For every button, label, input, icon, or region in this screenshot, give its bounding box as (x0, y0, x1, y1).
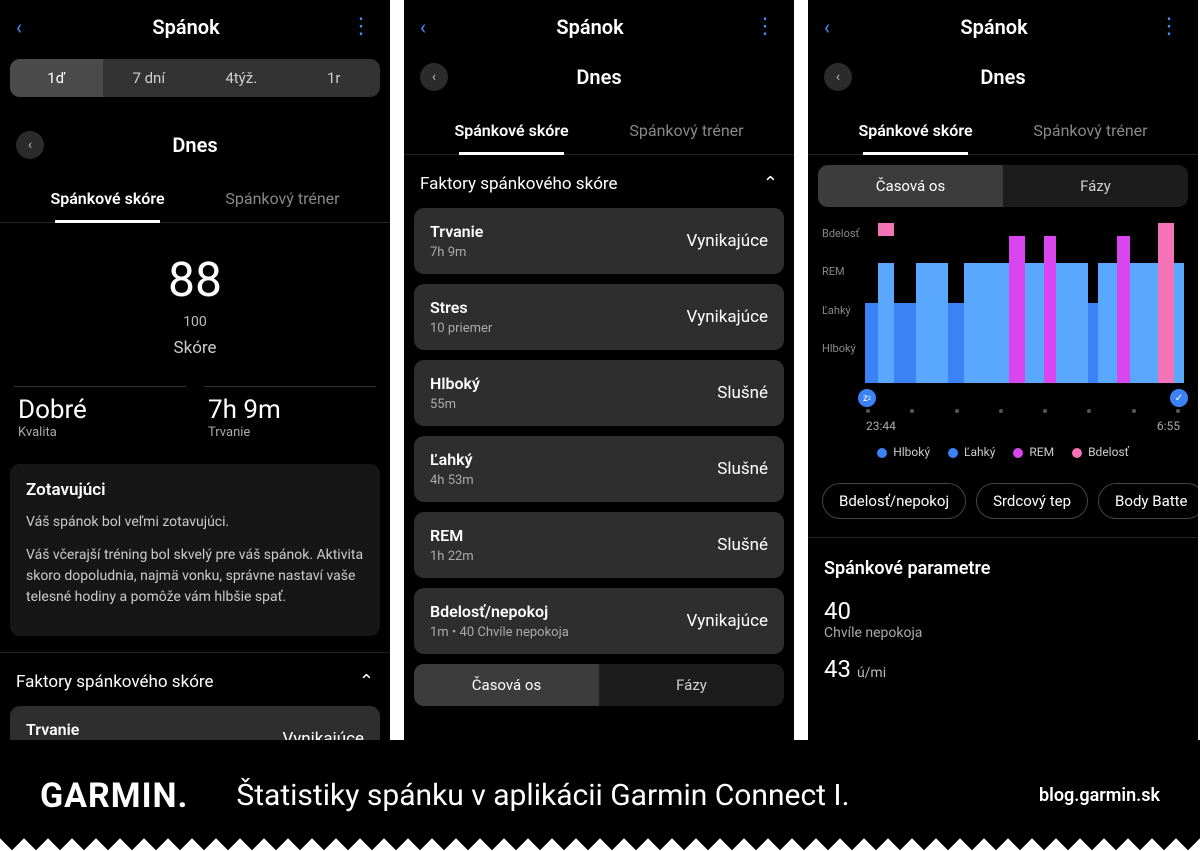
params-title: Spánkové parametre (808, 537, 1198, 587)
tab-score[interactable]: Spánkové skóre (20, 173, 195, 222)
score-max: 100 (0, 314, 390, 330)
recovery-title: Zotavujúci (26, 480, 364, 500)
back-icon[interactable]: ‹ (824, 15, 830, 39)
factors-title: Faktory spánkového skóre (16, 672, 214, 692)
range-1d[interactable]: 1ď (10, 59, 103, 97)
chart-start: 23:44 (866, 419, 896, 433)
screenshot-overview: ‹ Spánok ⋮ 1ď 7 dní 4týž. 1r ‹ Dnes Spán… (0, 0, 390, 740)
more-icon[interactable]: ⋮ (1158, 14, 1182, 39)
time-range-segment: 1ď 7 dní 4týž. 1r (10, 59, 380, 97)
view-phases[interactable]: Fázy (1003, 165, 1188, 207)
prev-day-icon[interactable]: ‹ (824, 63, 852, 91)
view-segment: Časová os Fázy (414, 664, 784, 706)
page-title: Spánok (556, 15, 623, 39)
score-label: Skóre (0, 338, 390, 358)
factor-row[interactable]: Ľahký4h 53mSlušné (414, 436, 784, 502)
chip[interactable]: Srdcový tep (976, 483, 1088, 519)
current-day: Dnes (464, 65, 734, 89)
screenshot-factors: ‹ Spánok ⋮ ‹ Dnes Spánkové skóre Spánkov… (404, 0, 794, 740)
recovery-line2: Váš včerajší tréning bol skvelý pre váš … (26, 545, 364, 608)
chevron-up-icon: ⌃ (359, 671, 374, 692)
chevron-up-icon: ⌃ (763, 173, 778, 194)
recovery-card: Zotavujúci Váš spánok bol veľmi zotavujú… (10, 464, 380, 636)
footer-tagline: Štatistiky spánku v aplikácii Garmin Con… (236, 778, 1039, 813)
more-icon[interactable]: ⋮ (754, 14, 778, 39)
footer-banner: GARMIN. Štatistiky spánku v aplikácii Ga… (0, 740, 1200, 851)
current-day: Dnes (60, 133, 330, 157)
factor-row[interactable]: Trvanie 7h 9m Vynikajúce (10, 706, 380, 740)
tab-coach[interactable]: Spánkový tréner (599, 105, 774, 154)
factor-row[interactable]: Stres10 priemerVynikajúce (414, 284, 784, 350)
view-segment: Časová os Fázy (818, 165, 1188, 207)
prev-day-icon[interactable]: ‹ (420, 63, 448, 91)
duration-label: Trvanie (208, 425, 372, 440)
sleep-start-icon: zz (858, 389, 876, 407)
range-4w[interactable]: 4týž. (195, 59, 288, 97)
chip[interactable]: Bdelosť/nepokoj (822, 483, 966, 519)
view-timeline[interactable]: Časová os (818, 165, 1003, 207)
view-phases[interactable]: Fázy (599, 664, 784, 706)
page-title: Spánok (152, 15, 219, 39)
factor-row[interactable]: REM1h 22mSlušné (414, 512, 784, 578)
tab-coach[interactable]: Spánkový tréner (195, 173, 370, 222)
factor-row[interactable]: Hlboký55mSlušné (414, 360, 784, 426)
screenshot-timeline: ‹ Spánok ⋮ ‹ Dnes Spánkové skóre Spánkov… (808, 0, 1198, 740)
recovery-line1: Váš spánok bol veľmi zotavujúci. (26, 512, 364, 533)
factors-title: Faktory spánkového skóre (420, 174, 618, 194)
factor-row[interactable]: Bdelosť/nepokoj1m • 40 Chvíle nepokojaVy… (414, 588, 784, 654)
tab-coach[interactable]: Spánkový tréner (1003, 105, 1178, 154)
footer-site: blog.garmin.sk (1039, 785, 1160, 806)
back-icon[interactable]: ‹ (420, 15, 426, 39)
chart-end: 6:55 (1157, 419, 1180, 433)
current-day: Dnes (868, 65, 1138, 89)
factor-row[interactable]: Trvanie7h 9mVynikajúce (414, 208, 784, 274)
tab-score[interactable]: Spánkové skóre (828, 105, 1003, 154)
prev-day-icon[interactable]: ‹ (16, 131, 44, 159)
factors-header[interactable]: Faktory spánkového skóre ⌃ (404, 155, 794, 208)
back-icon[interactable]: ‹ (16, 15, 22, 39)
range-7d[interactable]: 7 dní (103, 59, 196, 97)
tab-score[interactable]: Spánkové skóre (424, 105, 599, 154)
score-value: 88 (0, 251, 390, 308)
sleep-chart[interactable]: BdelosťREMĽahkýHlboký zz ✓ 23:44 6:55 Hl… (808, 217, 1198, 475)
factors-header[interactable]: Faktory spánkového skóre ⌃ (0, 652, 390, 706)
sleep-end-icon: ✓ (1170, 389, 1188, 407)
page-title: Spánok (960, 15, 1027, 39)
quality-value: Dobré (18, 395, 182, 425)
duration-value: 7h 9m (208, 395, 372, 425)
view-timeline[interactable]: Časová os (414, 664, 599, 706)
quality-label: Kvalita (18, 425, 182, 440)
range-1y[interactable]: 1r (288, 59, 381, 97)
chip[interactable]: Body Batte (1098, 483, 1198, 519)
more-icon[interactable]: ⋮ (350, 14, 374, 39)
garmin-logo: GARMIN. (40, 776, 188, 816)
